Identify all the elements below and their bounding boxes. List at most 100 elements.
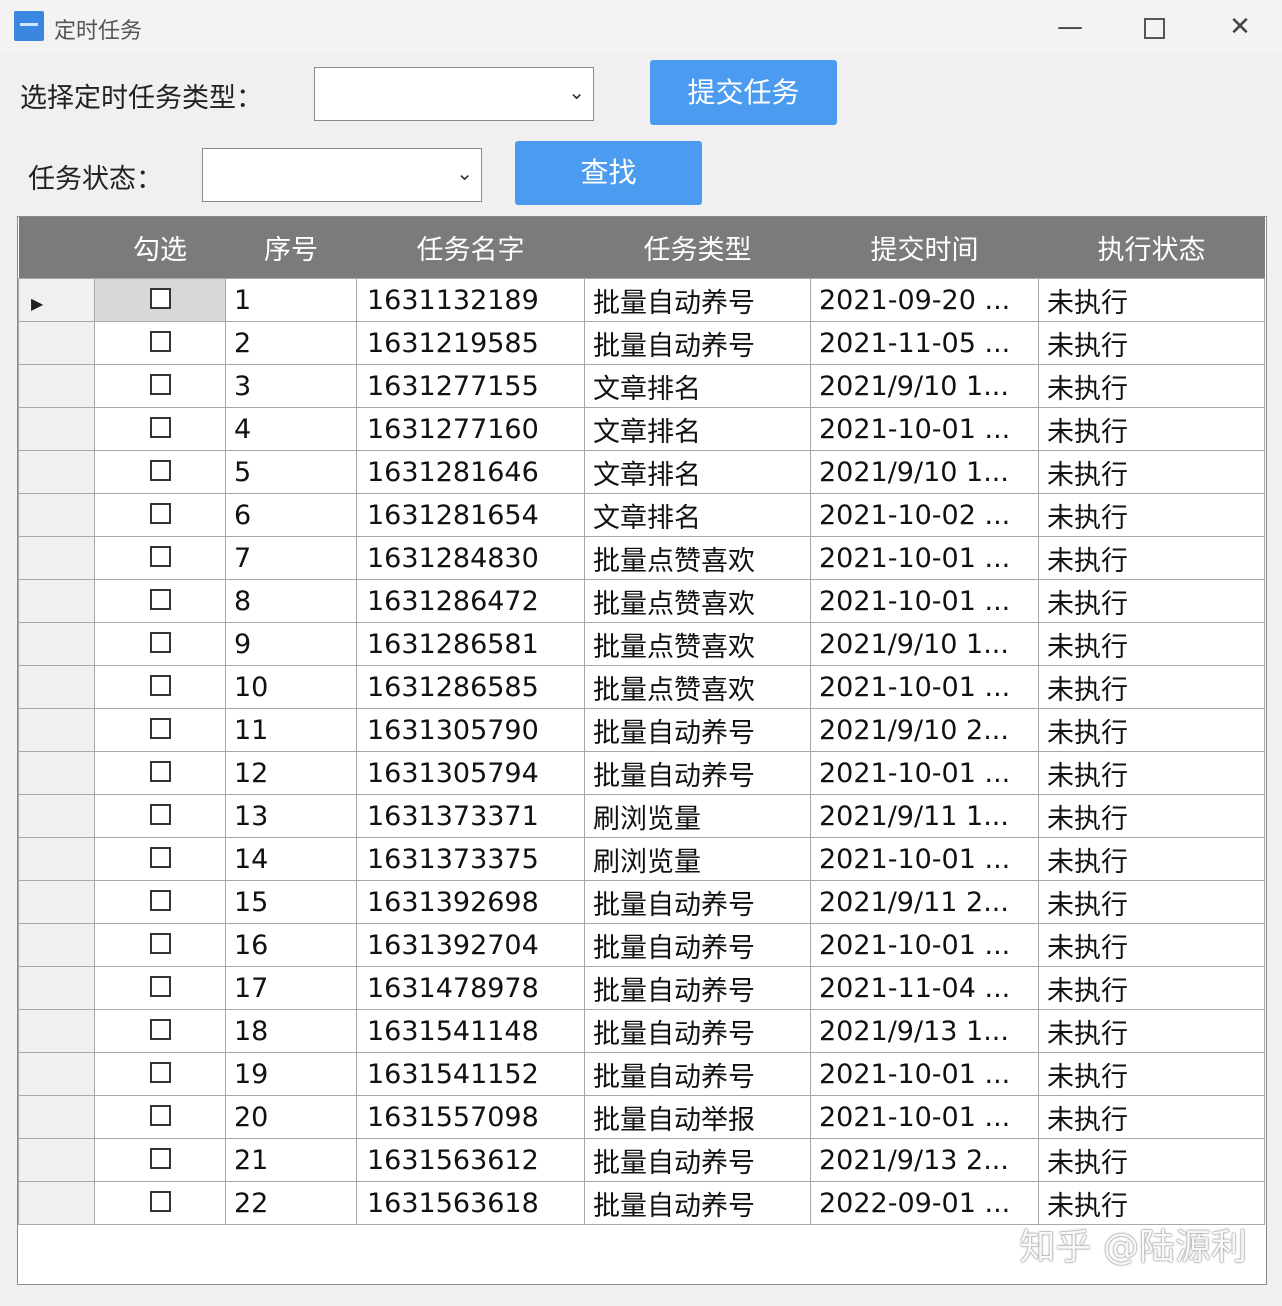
row-checkbox-cell[interactable]: [94, 1181, 226, 1225]
checkbox[interactable]: [149, 631, 171, 653]
checkbox[interactable]: [149, 416, 171, 438]
row-header[interactable]: [18, 1138, 95, 1182]
row-header[interactable]: [18, 1095, 95, 1139]
checkbox[interactable]: [149, 373, 171, 395]
row-header[interactable]: [18, 923, 95, 967]
row-checkbox-cell[interactable]: [94, 966, 226, 1010]
row-checkbox-cell[interactable]: [94, 923, 226, 967]
maximize-button[interactable]: [1134, 10, 1174, 44]
row-checkbox-cell[interactable]: [94, 1138, 226, 1182]
row-checkbox-cell[interactable]: [94, 450, 226, 494]
table-row[interactable]: 2 1631219585 批量自动养号 2021-11-05 ... 未执行: [18, 321, 1265, 365]
row-header[interactable]: [18, 1009, 95, 1053]
row-header[interactable]: [18, 837, 95, 881]
row-checkbox-cell[interactable]: [94, 708, 226, 752]
row-header[interactable]: [18, 1052, 95, 1096]
table-row[interactable]: ▶ 1 1631132189 批量自动养号 2021-09-20 ... 未执行: [18, 278, 1265, 322]
checkbox[interactable]: [149, 846, 171, 868]
checkbox[interactable]: [149, 674, 171, 696]
table-row[interactable]: 15 1631392698 批量自动养号 2021/9/11 2... 未执行: [18, 880, 1265, 924]
column-header-type[interactable]: 任务类型: [584, 217, 811, 279]
checkbox[interactable]: [149, 1104, 171, 1126]
table-row[interactable]: 13 1631373371 刷浏览量 2021/9/11 1... 未执行: [18, 794, 1265, 838]
column-header-seq[interactable]: 序号: [225, 217, 357, 279]
row-header[interactable]: [18, 751, 95, 795]
table-row[interactable]: 16 1631392704 批量自动养号 2021-10-01 ... 未执行: [18, 923, 1265, 967]
checkbox[interactable]: [149, 287, 171, 309]
table-row[interactable]: 19 1631541152 批量自动养号 2021-10-01 ... 未执行: [18, 1052, 1265, 1096]
table-row[interactable]: 14 1631373375 刷浏览量 2021-10-01 ... 未执行: [18, 837, 1265, 881]
close-button[interactable]: ✕: [1220, 10, 1260, 44]
row-header[interactable]: [18, 665, 95, 709]
row-header[interactable]: [18, 579, 95, 623]
table-row[interactable]: 3 1631277155 文章排名 2021/9/10 1... 未执行: [18, 364, 1265, 408]
table-row[interactable]: 6 1631281654 文章排名 2021-10-02 ... 未执行: [18, 493, 1265, 537]
checkbox[interactable]: [149, 975, 171, 997]
table-row[interactable]: 4 1631277160 文章排名 2021-10-01 ... 未执行: [18, 407, 1265, 451]
row-checkbox-cell[interactable]: [94, 364, 226, 408]
checkbox[interactable]: [149, 459, 171, 481]
column-header-time[interactable]: 提交时间: [810, 217, 1039, 279]
submit-task-button[interactable]: 提交任务: [650, 60, 837, 125]
table-row[interactable]: 8 1631286472 批量点赞喜欢 2021-10-01 ... 未执行: [18, 579, 1265, 623]
row-checkbox-cell[interactable]: [94, 407, 226, 451]
row-checkbox-cell[interactable]: [94, 579, 226, 623]
table-row[interactable]: 5 1631281646 文章排名 2021/9/10 1... 未执行: [18, 450, 1265, 494]
row-checkbox-cell[interactable]: [94, 493, 226, 537]
row-header[interactable]: [18, 493, 95, 537]
row-checkbox-cell[interactable]: [94, 622, 226, 666]
checkbox[interactable]: [149, 330, 171, 352]
column-header-status[interactable]: 执行状态: [1038, 217, 1265, 279]
checkbox[interactable]: [149, 502, 171, 524]
row-header[interactable]: [18, 966, 95, 1010]
task-status-select[interactable]: ⌄: [202, 148, 482, 202]
table-row[interactable]: 18 1631541148 批量自动养号 2021/9/13 1... 未执行: [18, 1009, 1265, 1053]
row-header[interactable]: [18, 794, 95, 838]
table-row[interactable]: 20 1631557098 批量自动举报 2021-10-01 ... 未执行: [18, 1095, 1265, 1139]
checkbox[interactable]: [149, 545, 171, 567]
table-row[interactable]: 17 1631478978 批量自动养号 2021-11-04 ... 未执行: [18, 966, 1265, 1010]
row-checkbox-cell[interactable]: [94, 794, 226, 838]
checkbox[interactable]: [149, 1061, 171, 1083]
row-checkbox-cell[interactable]: [94, 278, 226, 322]
row-checkbox-cell[interactable]: [94, 321, 226, 365]
column-header-check[interactable]: 勾选: [94, 217, 226, 279]
task-type-select[interactable]: ⌄: [314, 67, 594, 121]
row-checkbox-cell[interactable]: [94, 1052, 226, 1096]
row-header[interactable]: [18, 321, 95, 365]
table-row[interactable]: 21 1631563612 批量自动养号 2021/9/13 2... 未执行: [18, 1138, 1265, 1182]
checkbox[interactable]: [149, 1147, 171, 1169]
column-header-name[interactable]: 任务名字: [356, 217, 585, 279]
row-checkbox-cell[interactable]: [94, 837, 226, 881]
row-checkbox-cell[interactable]: [94, 880, 226, 924]
row-header[interactable]: [18, 536, 95, 580]
row-header[interactable]: [18, 622, 95, 666]
checkbox[interactable]: [149, 1190, 171, 1212]
checkbox[interactable]: [149, 1018, 171, 1040]
row-header[interactable]: [18, 364, 95, 408]
checkbox[interactable]: [149, 889, 171, 911]
row-checkbox-cell[interactable]: [94, 751, 226, 795]
row-header[interactable]: [18, 450, 95, 494]
row-header[interactable]: [18, 1181, 95, 1225]
table-row[interactable]: 9 1631286581 批量点赞喜欢 2021/9/10 1... 未执行: [18, 622, 1265, 666]
row-header[interactable]: [18, 407, 95, 451]
table-row[interactable]: 11 1631305790 批量自动养号 2021/9/10 2... 未执行: [18, 708, 1265, 752]
search-button[interactable]: 查找: [515, 141, 702, 205]
checkbox[interactable]: [149, 803, 171, 825]
checkbox[interactable]: [149, 760, 171, 782]
table-row[interactable]: 12 1631305794 批量自动养号 2021-10-01 ... 未执行: [18, 751, 1265, 795]
checkbox[interactable]: [149, 717, 171, 739]
row-checkbox-cell[interactable]: [94, 1095, 226, 1139]
table-row[interactable]: 7 1631284830 批量点赞喜欢 2021-10-01 ... 未执行: [18, 536, 1265, 580]
minimize-button[interactable]: —: [1050, 10, 1090, 44]
task-grid[interactable]: 勾选 序号 任务名字 任务类型 提交时间 执行状态 ▶ 1 1631132189 批量…: [17, 216, 1267, 1285]
row-header[interactable]: ▶: [18, 278, 95, 322]
table-row[interactable]: 10 1631286585 批量点赞喜欢 2021-10-01 ... 未执行: [18, 665, 1265, 709]
checkbox[interactable]: [149, 932, 171, 954]
row-header[interactable]: [18, 880, 95, 924]
row-header[interactable]: [18, 708, 95, 752]
row-checkbox-cell[interactable]: [94, 536, 226, 580]
row-checkbox-cell[interactable]: [94, 1009, 226, 1053]
row-checkbox-cell[interactable]: [94, 665, 226, 709]
